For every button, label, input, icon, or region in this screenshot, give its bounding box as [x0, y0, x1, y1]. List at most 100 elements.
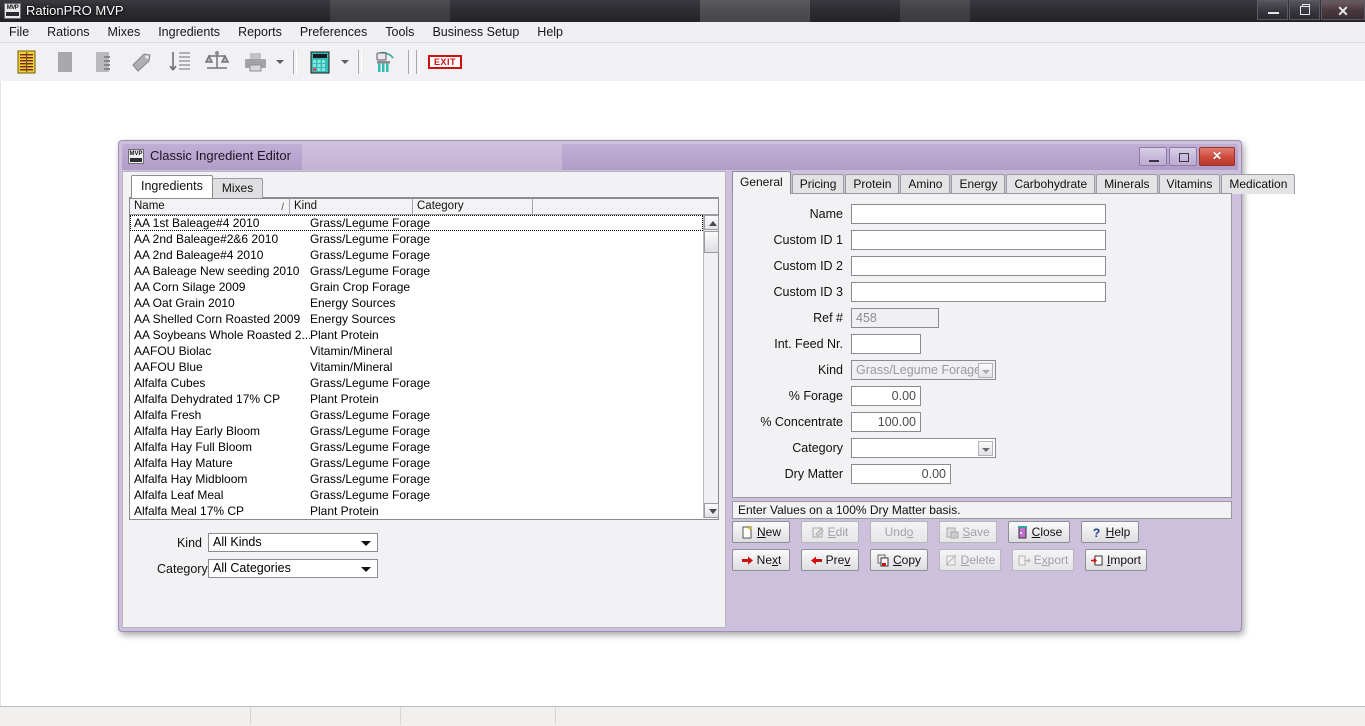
field-label: Category [792, 441, 843, 455]
tab-protein[interactable]: Protein [845, 174, 900, 194]
category-select[interactable] [851, 438, 996, 458]
delete-button: Delete [939, 549, 1001, 571]
cell-kind: Grass/Legume Forage [310, 440, 431, 454]
minimize-button[interactable] [1257, 0, 1288, 20]
tag-icon[interactable] [125, 46, 157, 78]
printer-icon[interactable] [239, 46, 271, 78]
calculator-dropdown-arrow[interactable] [339, 46, 352, 78]
table-row[interactable]: Alfalfa Hay Full Bloom Grass/Legume Forag… [130, 439, 703, 455]
prev-button[interactable]: Prev [801, 549, 859, 571]
filter-category-select[interactable]: All Categories [208, 559, 378, 578]
import-button[interactable]: Import [1085, 549, 1147, 571]
custom-id-2-input[interactable] [851, 256, 1106, 276]
tab-pricing[interactable]: Pricing [791, 174, 845, 194]
menu-ingredients[interactable]: Ingredients [150, 23, 228, 41]
table-row[interactable]: Alfalfa Dehydrated 17% CP Plant Protein [130, 391, 703, 407]
cell-name: Alfalfa Cubes [134, 376, 206, 390]
dialog-minimize-button[interactable] [1139, 147, 1167, 166]
close-button-label: Close [1031, 525, 1063, 539]
table-row[interactable]: AA Oat Grain 2010 Energy Sources [130, 295, 703, 311]
field-label: Int. Feed Nr. [774, 337, 843, 351]
tab-carbohydrate[interactable]: Carbohydrate [1006, 174, 1096, 194]
scroll-thumb[interactable] [704, 231, 719, 253]
ingredient-list[interactable]: Name / Kind Category AA 1st Baleage#4 20… [129, 198, 719, 520]
dialog-maximize-button[interactable] [1169, 147, 1197, 166]
column-header-category[interactable]: Category [413, 199, 533, 214]
cow-feed-icon[interactable] [369, 46, 401, 78]
report-icon[interactable] [87, 46, 119, 78]
table-row[interactable]: Alfalfa Hay Mature Grass/Legume Forage [130, 455, 703, 471]
tab-medication[interactable]: Medication [1221, 174, 1296, 194]
tab-minerals[interactable]: Minerals [1096, 174, 1158, 194]
blank-page-icon[interactable] [49, 46, 81, 78]
column-header-category-label: Category [417, 200, 464, 212]
scroll-up-arrow-icon[interactable] [704, 215, 719, 230]
scale-balance-icon[interactable] [201, 46, 233, 78]
dry-matter-input[interactable]: 0.00 [851, 464, 951, 484]
tab-ingredients[interactable]: Ingredients [131, 175, 213, 198]
menu-reports[interactable]: Reports [230, 23, 290, 41]
import-button-label: Import [1106, 553, 1142, 567]
tab-vitamins[interactable]: Vitamins [1158, 174, 1221, 194]
maximize-button[interactable] [1289, 0, 1320, 20]
column-header-kind[interactable]: Kind [290, 199, 413, 214]
ration-list-icon[interactable] [11, 46, 43, 78]
close-button[interactable]: Close [1008, 521, 1070, 543]
custom-id-3-input[interactable] [851, 282, 1106, 302]
dialog-body: Ingredients Mixes Name / Kind Category A… [122, 171, 1296, 628]
column-header-name[interactable]: Name / [130, 199, 290, 214]
exit-icon[interactable]: EXIT [427, 46, 463, 78]
concentrate-input[interactable]: 100.00 [851, 412, 921, 432]
sort-descending-icon[interactable] [163, 46, 195, 78]
copy-button[interactable]: Copy [870, 549, 928, 571]
table-row[interactable]: Alfalfa Fresh Grass/Legume Forage [130, 407, 703, 423]
menu-mixes[interactable]: Mixes [100, 23, 149, 41]
table-row[interactable]: Alfalfa Cubes Grass/Legume Forage [130, 375, 703, 391]
tab-amino-acids[interactable]: Amino Acids [900, 174, 951, 209]
table-row[interactable]: AAFOU Blue Vitamin/Mineral [130, 359, 703, 375]
table-row[interactable]: AA Shelled Corn Roasted 2009 Energy Sourc… [130, 311, 703, 327]
table-row[interactable]: Alfalfa Hay Midbloom Grass/Legume Forage [130, 471, 703, 487]
table-row[interactable]: AA Soybeans Whole Roasted 2... Plant Prot… [130, 327, 703, 343]
table-row[interactable]: Alfalfa Leaf Meal Grass/Legume Forage [130, 487, 703, 503]
cell-name: Alfalfa Hay Full Bloom [134, 440, 253, 454]
name-input[interactable] [851, 204, 1106, 224]
close-button[interactable]: ✕ [1321, 0, 1365, 20]
detail-tabs: GeneralPricingProteinAmino AcidsEnergyCa… [732, 171, 1296, 209]
button-row-secondary: Next Prev Copy Delete Export Import [732, 549, 1232, 571]
calculator-icon[interactable] [304, 46, 336, 78]
menu-file[interactable]: File [1, 23, 37, 41]
list-vertical-scrollbar[interactable] [703, 215, 719, 518]
menu-business-setup[interactable]: Business Setup [424, 23, 527, 41]
table-row[interactable]: AA Baleage New seeding 2010 Grass/Legume … [130, 263, 703, 279]
tab-mixes[interactable]: Mixes [211, 178, 264, 198]
menu-preferences[interactable]: Preferences [292, 23, 375, 41]
scroll-down-arrow-icon[interactable] [704, 503, 719, 518]
copy-icon [877, 554, 890, 567]
statusbar-cell-4 [555, 707, 1355, 725]
filter-kind-select[interactable]: All Kinds [208, 533, 378, 552]
general-form: Name Custom ID 1 Custom ID 2 Custom ID 3 Ref… [733, 204, 1231, 490]
menu-tools[interactable]: Tools [377, 23, 422, 41]
table-row[interactable]: Alfalfa Hay Early Bloom Grass/Legume Fora… [130, 423, 703, 439]
table-row[interactable]: AAFOU Biolac Vitamin/Mineral [130, 343, 703, 359]
new-button[interactable]: New [732, 521, 790, 543]
cell-name: AA 1st Baleage#4 2010 [134, 216, 260, 230]
help-button[interactable]: ? Help [1081, 521, 1139, 543]
table-row[interactable]: Alfalfa Meal 17% CP Plant Protein [130, 503, 703, 518]
tab-energy[interactable]: Energy [951, 174, 1006, 194]
custom-id-1-input[interactable] [851, 230, 1106, 250]
printer-dropdown-arrow[interactable] [274, 46, 287, 78]
table-row[interactable]: AA Corn Silage 2009 Grain Crop Forage [130, 279, 703, 295]
forage-input[interactable]: 0.00 [851, 386, 921, 406]
table-row[interactable]: AA 1st Baleage#4 2010 Grass/Legume Forage [130, 215, 703, 231]
table-row[interactable]: AA 2nd Baleage#2&6 2010 Grass/Legume Fora… [130, 231, 703, 247]
list-filters: Kind All Kinds Category All Categories [129, 527, 719, 593]
menu-help[interactable]: Help [529, 23, 571, 41]
next-button[interactable]: Next [732, 549, 790, 571]
table-row[interactable]: AA 2nd Baleage#4 2010 Grass/Legume Forage [130, 247, 703, 263]
dialog-close-button[interactable]: ✕ [1199, 147, 1235, 166]
int-feed-nr-input[interactable] [851, 334, 921, 354]
tab-general[interactable]: General [732, 171, 791, 194]
menu-rations[interactable]: Rations [39, 23, 97, 41]
